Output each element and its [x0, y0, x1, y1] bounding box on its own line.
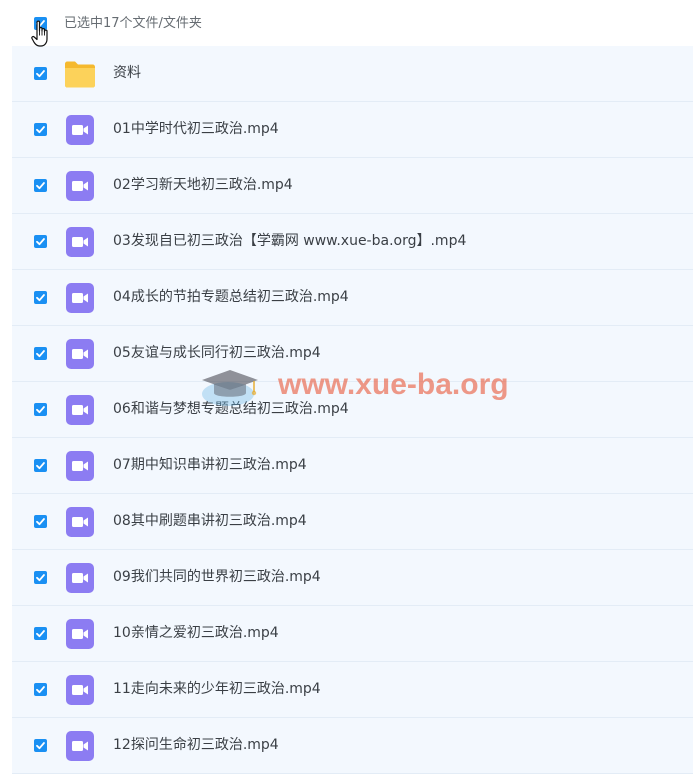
file-row[interactable]: 06和谐与梦想专题总结初三政治.mp4 — [12, 382, 693, 438]
file-name[interactable]: 06和谐与梦想专题总结初三政治.mp4 — [113, 400, 349, 419]
video-file-icon — [66, 395, 98, 425]
file-checkbox[interactable] — [34, 179, 47, 192]
file-checkbox[interactable] — [34, 291, 47, 304]
video-file-icon — [66, 563, 98, 593]
file-checkbox[interactable] — [34, 403, 47, 416]
file-name[interactable]: 10亲情之爱初三政治.mp4 — [113, 624, 279, 643]
hand-cursor-icon — [31, 20, 48, 47]
checkmark-icon — [36, 70, 45, 78]
file-name[interactable]: 05友谊与成长同行初三政治.mp4 — [113, 344, 321, 363]
file-checkbox[interactable] — [34, 515, 47, 528]
file-row[interactable]: 12探问生命初三政治.mp4 — [12, 718, 693, 774]
checkmark-icon — [36, 294, 45, 302]
video-file-icon — [66, 339, 98, 369]
file-checkbox[interactable] — [34, 67, 47, 80]
file-row[interactable]: 03发现自已初三政治【学霸网 www.xue-ba.org】.mp4 — [12, 214, 693, 270]
selection-header: 已选中17个文件/文件夹 — [12, 0, 693, 46]
file-row[interactable]: 资料 — [12, 46, 693, 102]
file-row[interactable]: 05友谊与成长同行初三政治.mp4 — [12, 326, 693, 382]
file-name[interactable]: 11走向未来的少年初三政治.mp4 — [113, 680, 321, 699]
file-checkbox[interactable] — [34, 235, 47, 248]
checkmark-icon — [36, 518, 45, 526]
checkmark-icon — [36, 126, 45, 134]
file-name[interactable]: 12探问生命初三政治.mp4 — [113, 736, 279, 755]
file-checkbox[interactable] — [34, 347, 47, 360]
file-checkbox[interactable] — [34, 459, 47, 472]
file-row[interactable]: 08其中刷题串讲初三政治.mp4 — [12, 494, 693, 550]
file-row[interactable]: 04成长的节拍专题总结初三政治.mp4 — [12, 270, 693, 326]
file-checkbox[interactable] — [34, 571, 47, 584]
file-row[interactable]: 10亲情之爱初三政治.mp4 — [12, 606, 693, 662]
video-file-icon — [66, 115, 98, 145]
video-file-icon — [66, 227, 98, 257]
video-file-icon — [66, 451, 98, 481]
file-row[interactable]: 07期中知识串讲初三政治.mp4 — [12, 438, 693, 494]
file-name[interactable]: 01中学时代初三政治.mp4 — [113, 120, 279, 139]
video-file-icon — [66, 171, 98, 201]
file-name[interactable]: 07期中知识串讲初三政治.mp4 — [113, 456, 307, 475]
video-file-icon — [66, 507, 98, 537]
file-checkbox[interactable] — [34, 739, 47, 752]
selection-count-label: 已选中17个文件/文件夹 — [64, 16, 202, 31]
file-list: 资料 01中学时代初三政治.mp4 02学习新天地初三政治.mp4 03发现自已初三政… — [12, 46, 693, 774]
file-name[interactable]: 02学习新天地初三政治.mp4 — [113, 176, 293, 195]
file-checkbox[interactable] — [34, 123, 47, 136]
checkmark-icon — [36, 406, 45, 414]
checkmark-icon — [36, 182, 45, 190]
file-list-page: 已选中17个文件/文件夹 资料 01中学时代初三政治.mp4 02学习新天地初三政治… — [0, 0, 693, 777]
checkmark-icon — [36, 238, 45, 246]
checkmark-icon — [36, 686, 45, 694]
checkmark-icon — [36, 630, 45, 638]
video-file-icon — [66, 675, 98, 705]
file-name[interactable]: 09我们共同的世界初三政治.mp4 — [113, 568, 321, 587]
file-name[interactable]: 08其中刷题串讲初三政治.mp4 — [113, 512, 307, 531]
video-file-icon — [66, 283, 98, 313]
checkmark-icon — [36, 462, 45, 470]
file-row[interactable]: 11走向未来的少年初三政治.mp4 — [12, 662, 693, 718]
video-file-icon — [66, 731, 98, 761]
file-checkbox[interactable] — [34, 683, 47, 696]
file-name[interactable]: 资料 — [113, 64, 141, 83]
checkmark-icon — [36, 574, 45, 582]
file-name[interactable]: 03发现自已初三政治【学霸网 www.xue-ba.org】.mp4 — [113, 232, 466, 251]
video-file-icon — [66, 619, 98, 649]
file-row[interactable]: 09我们共同的世界初三政治.mp4 — [12, 550, 693, 606]
file-row[interactable]: 01中学时代初三政治.mp4 — [12, 102, 693, 158]
checkmark-icon — [36, 350, 45, 358]
file-checkbox[interactable] — [34, 627, 47, 640]
file-name[interactable]: 04成长的节拍专题总结初三政治.mp4 — [113, 288, 349, 307]
file-row[interactable]: 02学习新天地初三政治.mp4 — [12, 158, 693, 214]
folder-icon — [64, 60, 96, 90]
checkmark-icon — [36, 742, 45, 750]
